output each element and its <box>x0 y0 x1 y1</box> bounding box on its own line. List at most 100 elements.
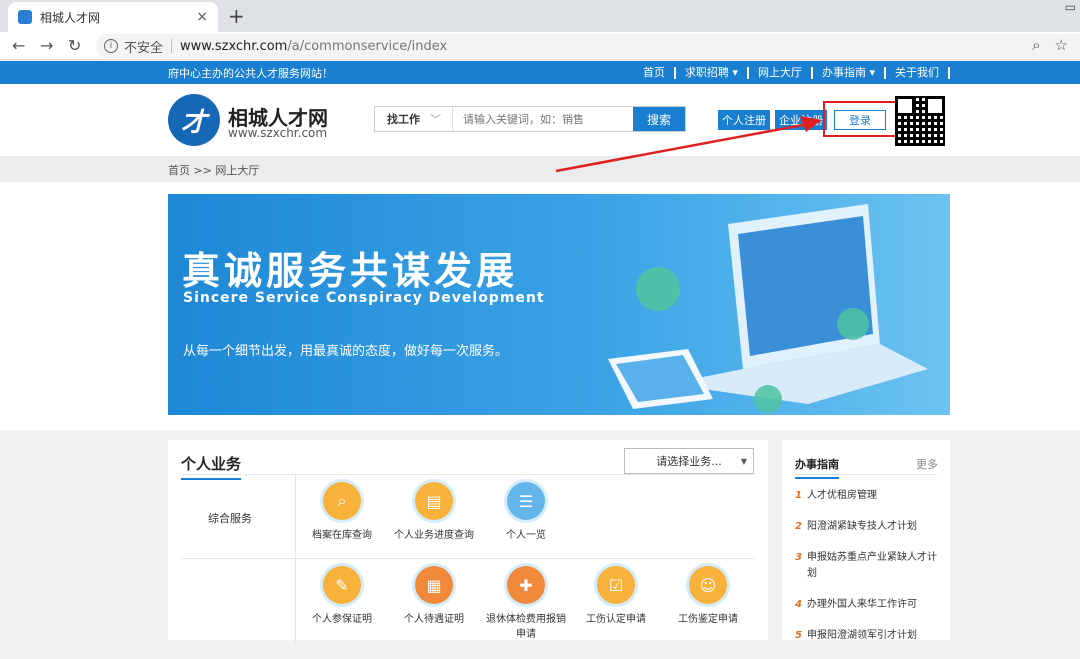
guide-item[interactable]: 1 人才优租房管理 <box>795 488 945 504</box>
service-benefit-certificate[interactable]: ▦ 个人待遇证明 <box>394 566 474 625</box>
medical-box-icon: ✚ <box>507 566 545 604</box>
logo-url: www.szxchr.com <box>228 126 328 140</box>
tab-close-icon[interactable]: × <box>196 9 208 25</box>
annotation-highlight-box <box>823 101 897 137</box>
nav-home[interactable]: 首页 <box>634 66 676 79</box>
progress-search-icon: ▤ <box>415 482 453 520</box>
guide-item-label: 申报阳澄湖领军引才计划 <box>807 630 917 641</box>
service-personal-overview[interactable]: ☰ 个人一览 <box>486 482 566 541</box>
back-icon[interactable]: ← <box>12 36 25 55</box>
site-logo-icon[interactable]: 才 <box>168 94 220 146</box>
address-bar: ← → ↻ i 不安全 www.szxchr.com/a/commonservi… <box>0 32 1080 60</box>
zoom-icon[interactable]: ⌕ <box>1032 36 1040 54</box>
guide-item-number: 2 <box>795 521 802 532</box>
breadcrumb: 首页 >> 网上大厅 <box>168 164 260 177</box>
service-label: 个人一览 <box>506 530 546 541</box>
guide-more-link[interactable]: 更多 <box>916 456 938 472</box>
service-label: 退休体检费用报销申请 <box>486 614 566 640</box>
forward-icon[interactable]: → <box>40 36 53 55</box>
guide-item[interactable]: 5 申报阳澄湖领军引才计划 <box>795 628 945 644</box>
address-bar-actions: ⌕ ☆ <box>1018 36 1068 54</box>
injury-doc-icon: ☑ <box>597 566 635 604</box>
service-insurance-certificate[interactable]: ✎ 个人参保证明 <box>302 566 382 625</box>
archive-search-icon: ⌕ <box>323 482 361 520</box>
nav-online-hall[interactable]: 网上大厅 <box>749 66 813 79</box>
guide-title: 办事指南 <box>795 456 839 479</box>
chevron-down-icon: ﹀ <box>430 113 441 126</box>
search-type-label: 找工作 <box>387 113 420 126</box>
guide-item-number: 1 <box>795 490 802 501</box>
top-nav: 首页 求职招聘 ▾ 网上大厅 办事指南 ▾ 关于我们 <box>634 61 950 84</box>
service-progress-query[interactable]: ▤ 个人业务进度查询 <box>394 482 474 541</box>
browser-tab-bar: 相城人才网 × + ▭ <box>0 0 1080 32</box>
service-label: 个人待遇证明 <box>404 614 464 625</box>
browser-tab[interactable]: 相城人才网 × <box>8 2 218 32</box>
guide-item-label: 阳澄湖紧缺专技人才计划 <box>807 521 917 532</box>
business-select-label: 请选择业务... <box>656 455 722 468</box>
panel-vertical-divider <box>295 475 296 645</box>
nav-guide[interactable]: 办事指南 ▾ <box>813 66 886 79</box>
window-minimize-icon[interactable]: ▭ <box>1065 0 1076 14</box>
chevron-down-icon: ▼ <box>740 456 747 466</box>
site-slogan: 府中心主办的公共人才服务网站！ <box>168 67 333 80</box>
guide-list: 1 人才优租房管理 2 阳澄湖紧缺专技人才计划 3 申报姑苏重点产业紧缺人才计划 4办… <box>795 488 945 659</box>
nav-about[interactable]: 关于我们 <box>886 66 950 79</box>
service-retirement-checkup[interactable]: ✚ 退休体检费用报销申请 <box>486 566 566 640</box>
personal-business-title: 个人业务 <box>181 453 242 480</box>
guide-item-number: 3 <box>795 552 802 563</box>
service-injury-appraisal[interactable]: ☺ 工伤鉴定申请 <box>668 566 748 625</box>
url-host: www.szxchr.com <box>180 38 288 54</box>
guide-item[interactable]: 2 阳澄湖紧缺专技人才计划 <box>795 519 945 535</box>
appraisal-doc-icon: ☺ <box>689 566 727 604</box>
banner-description: 从每一个细节出发，用最真诚的态度，做好每一次服务。 <box>183 344 509 359</box>
banner-subtitle: Sincere Service Conspiracy Development <box>183 290 545 306</box>
guide-item[interactable]: 4 办理外国人来华工作许可 <box>795 597 945 613</box>
panel-row-divider <box>181 558 755 559</box>
guide-item-number: 5 <box>795 630 802 641</box>
url-path: /a/commonservice/index <box>287 38 448 54</box>
new-tab-icon[interactable]: + <box>228 4 245 28</box>
service-label: 个人参保证明 <box>312 614 372 625</box>
service-injury-recognition[interactable]: ☑ 工伤认定申请 <box>576 566 656 625</box>
insurance-doc-icon: ✎ <box>323 566 361 604</box>
security-label: 不安全 <box>124 40 164 56</box>
guide-item[interactable]: 3 申报姑苏重点产业紧缺人才计划 <box>795 550 945 582</box>
service-label: 工伤鉴定申请 <box>678 614 738 625</box>
category-label: 综合服务 <box>208 512 252 525</box>
guide-divider <box>795 474 937 475</box>
guide-item-label: 申报姑苏重点产业紧缺人才计划 <box>807 552 937 579</box>
service-label: 档案在库查询 <box>312 530 372 541</box>
nav-jobs[interactable]: 求职招聘 ▾ <box>676 66 749 79</box>
search-type-select[interactable]: 找工作 ﹀ <box>375 107 453 131</box>
benefit-doc-icon: ▦ <box>415 566 453 604</box>
service-archive-query[interactable]: ⌕ 档案在库查询 <box>302 482 382 541</box>
guide-item-number: 4 <box>795 599 802 610</box>
reload-icon[interactable]: ↻ <box>68 36 81 55</box>
bookmark-star-icon[interactable]: ☆ <box>1055 36 1068 54</box>
info-icon[interactable]: i <box>104 39 118 53</box>
banner-title: 真诚服务共谋发展 <box>182 249 519 293</box>
personal-register-button[interactable]: 个人注册 <box>718 110 770 130</box>
business-select[interactable]: 请选择业务... ▼ <box>624 448 754 474</box>
search-input[interactable] <box>453 107 633 131</box>
profile-card-icon: ☰ <box>507 482 545 520</box>
guide-item-label: 人才优租房管理 <box>807 490 877 501</box>
service-label: 工伤认定申请 <box>586 614 646 625</box>
panel-divider <box>181 474 755 475</box>
site-favicon-icon <box>18 10 32 24</box>
hero-banner: 真诚服务共谋发展 Sincere Service Conspiracy Deve… <box>168 194 950 415</box>
search-box: 找工作 ﹀ 搜索 <box>374 106 686 132</box>
service-label: 个人业务进度查询 <box>394 530 474 541</box>
tab-title: 相城人才网 <box>40 10 101 25</box>
search-button[interactable]: 搜索 <box>633 107 685 131</box>
omnibox-divider <box>171 39 173 53</box>
site-top-strip: 府中心主办的公共人才服务网站！ 首页 求职招聘 ▾ 网上大厅 办事指南 ▾ 关于… <box>0 61 1080 84</box>
qr-code <box>895 96 945 146</box>
breadcrumb-bar: 首页 >> 网上大厅 <box>0 156 1080 182</box>
personal-business-panel: 个人业务 请选择业务... ▼ 综合服务 ⌕ 档案在库查询 ▤ 个人业务进度查询… <box>168 440 768 645</box>
guide-item-label: 办理外国人来华工作许可 <box>807 599 917 610</box>
company-register-button[interactable]: 企业注册 <box>775 110 827 130</box>
guide-panel: 办事指南 更多 1 人才优租房管理 2 阳澄湖紧缺专技人才计划 3 申报姑苏重点产业紧… <box>782 440 950 641</box>
omnibox[interactable]: i 不安全 www.szxchr.com/a/commonservice/ind… <box>96 34 1080 58</box>
site-header: 才 相城人才网 www.szxchr.com 找工作 ﹀ 搜索 个人注册 企业注… <box>0 84 1080 156</box>
